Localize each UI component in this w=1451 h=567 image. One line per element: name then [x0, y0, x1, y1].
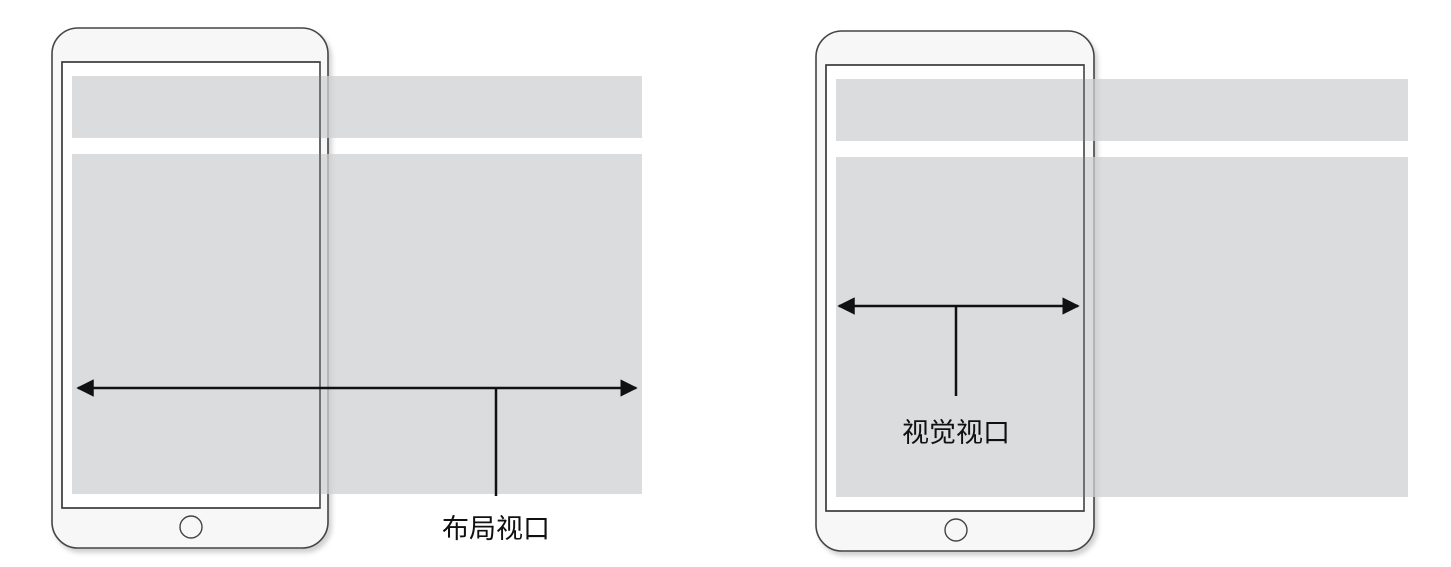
page-header-block — [72, 76, 642, 138]
page-header-block — [836, 79, 1408, 141]
layout-viewport-group: 布局视口 — [51, 27, 642, 549]
home-button-icon — [179, 515, 203, 539]
visual-viewport-group: 视觉视口 — [815, 30, 1408, 552]
viewport-diagram: 布局视口 视觉视口 — [51, 27, 1408, 552]
page-content-block — [72, 154, 642, 494]
visual-viewport-caption: 视觉视口 — [902, 418, 1010, 449]
layout-viewport-caption: 布局视口 — [442, 514, 550, 545]
home-button-icon — [944, 518, 968, 542]
